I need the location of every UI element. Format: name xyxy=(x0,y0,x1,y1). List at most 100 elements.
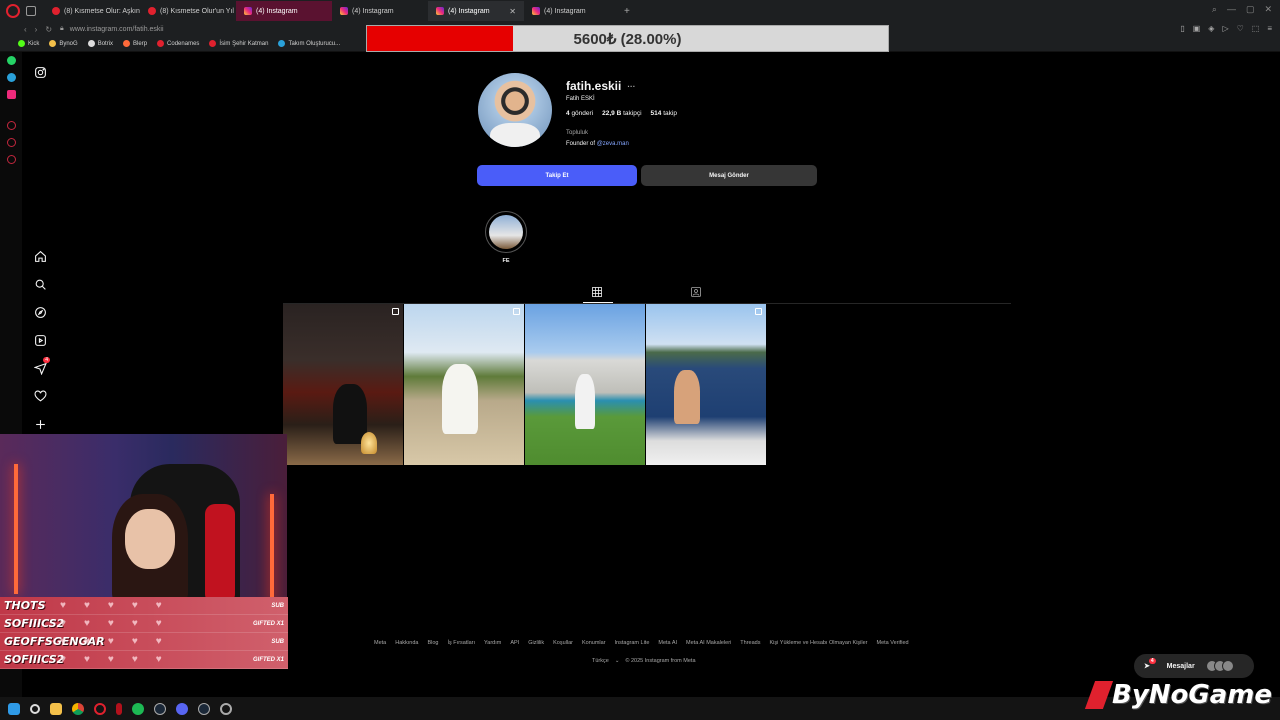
bio-mention-link[interactable]: @zeva.man xyxy=(597,141,629,147)
reload-icon[interactable]: ↻ xyxy=(45,25,52,34)
tab-label: (4) Instagram xyxy=(256,7,298,15)
file-explorer-icon[interactable] xyxy=(50,702,62,715)
whatsapp-icon[interactable] xyxy=(6,56,16,65)
channel-watermark: ByNoGame xyxy=(1084,680,1272,710)
footer-link[interactable]: API xyxy=(510,640,519,646)
bookmark-item[interactable]: Blerp xyxy=(123,40,147,47)
create-icon[interactable] xyxy=(28,412,52,436)
footer-link[interactable]: Meta Verified xyxy=(877,640,909,646)
browser-tab[interactable]: (8) Kısmetse Olur'un Yıl xyxy=(140,1,236,21)
bookmark-item[interactable]: BynoG xyxy=(49,40,78,47)
story-highlight[interactable] xyxy=(485,211,527,253)
opera-logo-icon[interactable] xyxy=(6,4,20,18)
sidebar-icon[interactable] xyxy=(6,155,16,164)
explore-icon[interactable] xyxy=(28,300,52,324)
send-message-button[interactable]: Mesaj Gönder xyxy=(641,165,817,186)
footer-link[interactable]: İş Fırsatları xyxy=(448,640,476,646)
post-thumbnail[interactable] xyxy=(525,304,645,465)
footer-link[interactable]: Koşullar xyxy=(553,640,573,646)
tab-overview-icon[interactable] xyxy=(26,6,36,16)
forward-icon[interactable]: › xyxy=(35,25,38,34)
chrome-icon[interactable] xyxy=(72,702,84,715)
bookmark-favicon xyxy=(157,40,165,47)
more-options-icon[interactable]: ··· xyxy=(627,82,635,91)
bynogame-logo-icon xyxy=(1084,681,1114,709)
bookmark-favicon xyxy=(278,40,286,47)
posts-grid-tab[interactable] xyxy=(591,285,605,299)
app-icon[interactable] xyxy=(116,702,122,715)
messages-drawer-button[interactable]: ➤ 4 Mesajlar xyxy=(1134,654,1254,678)
close-tab-icon[interactable]: ✕ xyxy=(509,7,516,16)
bookmark-item[interactable]: İsim Şehir Katman xyxy=(209,40,268,47)
footer-link[interactable]: Yardım xyxy=(484,640,501,646)
followers-stat[interactable]: 22,9 B takipçi xyxy=(602,110,641,117)
windows-start-icon[interactable] xyxy=(8,702,20,715)
browser-tab[interactable]: (8) Kısmetse Olur: Aşkın xyxy=(44,1,140,21)
tab-label: (8) Kısmetse Olur'un Yıl xyxy=(160,7,234,15)
search-icon[interactable] xyxy=(28,272,52,296)
footer-link[interactable]: Threads xyxy=(740,640,760,646)
browser-tab[interactable]: (4) Instagram xyxy=(332,1,428,21)
sub-alerts-panel: THOTS ♥♥♥♥♥ SUB SOFIIICS2 ♥♥♥♥♥ GIFTED X1 GE… xyxy=(0,597,288,669)
sub-alert-row: SOFIIICS2 ♥♥♥♥♥ GIFTED X1 xyxy=(0,651,288,669)
sidebar-icon[interactable] xyxy=(6,138,16,147)
url-field[interactable]: www.instagram.com/fatih.eskii xyxy=(70,26,164,33)
donation-goal-text: 5600₺ (28.00%) xyxy=(573,30,682,48)
heart-icon[interactable]: ♡ xyxy=(1237,24,1244,33)
back-icon[interactable]: ‹ xyxy=(24,25,27,34)
new-tab-icon[interactable]: + xyxy=(624,6,630,17)
footer-link[interactable]: Instagram Lite xyxy=(615,640,650,646)
spotify-icon[interactable] xyxy=(132,702,144,715)
footer-link[interactable]: Kişi Yükleme ve Hesabı Olmayan Kişiler xyxy=(769,640,867,646)
bookmark-item[interactable]: Botrix xyxy=(87,40,113,47)
footer-link[interactable]: Gizlilik xyxy=(528,640,544,646)
browser-tab[interactable]: (4) Instagram xyxy=(524,1,620,21)
search-tabs-icon[interactable]: ⌕ xyxy=(1212,4,1217,15)
sidebar-icon[interactable] xyxy=(6,121,16,130)
maximize-icon[interactable]: ▢ xyxy=(1246,4,1255,15)
post-thumbnail[interactable] xyxy=(646,304,766,465)
tagged-tab[interactable] xyxy=(690,285,704,299)
bookmark-icon[interactable]: ▯ xyxy=(1180,24,1184,33)
messages-label: Mesajlar xyxy=(1166,662,1195,670)
profile-avatar[interactable] xyxy=(478,73,552,147)
steam-icon[interactable] xyxy=(198,702,210,715)
player-icon[interactable]: ▷ xyxy=(1222,24,1228,33)
telegram-icon[interactable] xyxy=(6,73,16,82)
footer-link[interactable]: Hakkında xyxy=(395,640,418,646)
footer-link[interactable]: Blog xyxy=(427,640,438,646)
post-thumbnail[interactable] xyxy=(283,304,403,465)
shield-icon[interactable]: ◈ xyxy=(1208,24,1214,33)
footer-bottom: Türkçe ⌄ © 2025 Instagram from Meta xyxy=(592,658,696,664)
footer-link[interactable]: Meta AI Makaleleri xyxy=(686,640,731,646)
opera-icon[interactable] xyxy=(94,702,106,715)
bookmark-item[interactable]: Codenames xyxy=(157,40,199,47)
bookmark-item[interactable]: Takım Oluşturucu... xyxy=(278,40,340,47)
language-selector[interactable]: Türkçe xyxy=(592,658,609,664)
footer-link[interactable]: Meta xyxy=(374,640,386,646)
browser-tab[interactable]: (4) Instagram xyxy=(236,1,332,21)
menu-icon[interactable]: ≡ xyxy=(1267,24,1272,33)
following-stat[interactable]: 514 takip xyxy=(651,110,677,117)
discord-icon[interactable] xyxy=(176,702,188,715)
minimize-icon[interactable]: — xyxy=(1227,4,1236,15)
search-icon[interactable] xyxy=(30,703,40,714)
instagram-icon[interactable] xyxy=(28,60,52,84)
footer-link[interactable]: Meta AI xyxy=(658,640,677,646)
messages-icon[interactable]: 4 xyxy=(28,356,52,380)
follow-button[interactable]: Takip Et xyxy=(477,165,637,186)
footer-link[interactable]: Konumlar xyxy=(582,640,606,646)
snapshot-icon[interactable]: ▣ xyxy=(1193,24,1201,33)
close-window-icon[interactable]: ✕ xyxy=(1264,4,1272,15)
bookmark-item[interactable]: Kick xyxy=(18,40,39,47)
heart-icon[interactable] xyxy=(28,384,52,408)
post-thumbnail[interactable] xyxy=(404,304,524,465)
reels-icon[interactable] xyxy=(28,328,52,352)
instagram-icon[interactable] xyxy=(6,90,16,99)
settings-icon[interactable] xyxy=(220,702,232,715)
home-icon[interactable] xyxy=(28,244,52,268)
browser-tab[interactable]: (4) Instagram ✕ xyxy=(428,1,524,21)
app-icon[interactable] xyxy=(154,702,166,715)
extensions-icon[interactable]: ⬚ xyxy=(1252,24,1260,33)
chevron-down-icon: ⌄ xyxy=(614,658,620,664)
